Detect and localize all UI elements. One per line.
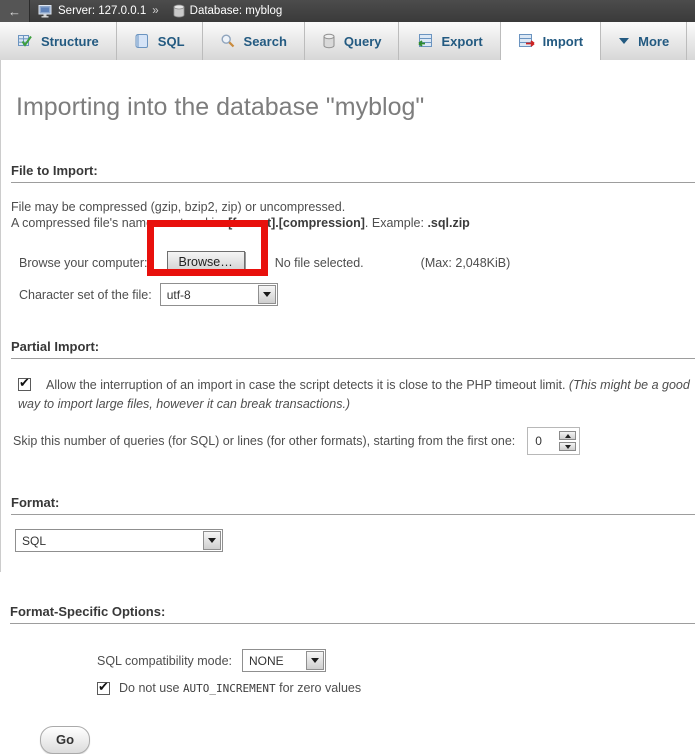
chevron-down-icon: [263, 292, 271, 301]
charset-select-arrow-button[interactable]: [258, 285, 276, 304]
no-file-selected-text: No file selected.: [275, 256, 364, 270]
example-token: .sql.zip: [427, 216, 469, 230]
stepper-buttons: [559, 431, 576, 451]
stepper-up-button[interactable]: [559, 431, 576, 440]
stepper-down-button[interactable]: [559, 442, 576, 451]
query-icon: [322, 33, 336, 49]
tab-label: Structure: [41, 34, 99, 49]
database-icon: [173, 4, 185, 18]
main-content: Importing into the database "myblog" Fil…: [0, 60, 695, 754]
allow-interruption-label: Allow the interruption of an import in c…: [46, 378, 569, 392]
chevron-up-icon: [565, 431, 571, 438]
tab-query[interactable]: Query: [305, 22, 400, 60]
tab-import[interactable]: Import: [501, 22, 601, 60]
tab-bar: Structure SQL Search Query: [0, 22, 695, 60]
browse-label: Browse your computer:: [19, 256, 148, 270]
tab-label: More: [638, 34, 669, 49]
format-selected-value: SQL: [16, 530, 202, 551]
chevron-down-icon: [208, 538, 216, 547]
checkmark-icon: ✔: [98, 680, 109, 693]
hint-line2: A compressed file's name must end in .[f…: [11, 215, 695, 231]
allow-interruption-row: ✔ Allow the interruption of an import in …: [11, 376, 695, 414]
compression-hint: File may be compressed (gzip, bzip2, zip…: [11, 199, 695, 231]
tab-structure[interactable]: Structure: [0, 22, 117, 60]
auto-increment-token: AUTO_INCREMENT: [183, 682, 276, 695]
section-heading-format-specific-options: Format-Specific Options:: [10, 604, 695, 624]
auto-increment-row: ✔ Do not use AUTO_INCREMENT for zero val…: [10, 681, 695, 695]
back-button[interactable]: ←: [0, 0, 30, 22]
charset-label: Character set of the file:: [19, 288, 152, 302]
section-heading-file-to-import: File to Import:: [11, 163, 695, 183]
tab-export[interactable]: Export: [399, 22, 500, 60]
checkmark-icon: ✔: [19, 376, 30, 389]
breadcrumb: ← Server: 127.0.0.1 » Database: myblog: [0, 0, 695, 22]
structure-icon: [17, 33, 33, 49]
breadcrumb-server-link[interactable]: Server: 127.0.0.1: [58, 5, 146, 17]
skip-queries-value: 0: [531, 433, 559, 449]
hint-line1: File may be compressed (gzip, bzip2, zip…: [11, 199, 695, 215]
format-select[interactable]: SQL: [15, 529, 223, 552]
charset-select[interactable]: utf-8: [160, 283, 278, 306]
allow-interruption-checkbox[interactable]: ✔: [18, 378, 31, 391]
sql-compatibility-selected-value: NONE: [243, 650, 305, 671]
arrow-left-icon: ←: [8, 4, 21, 19]
compat-select-arrow-button[interactable]: [306, 651, 324, 670]
auto-increment-checkbox[interactable]: ✔: [97, 682, 110, 695]
tab-label: Import: [543, 34, 583, 49]
skip-queries-stepper[interactable]: 0: [527, 427, 580, 455]
max-upload-size: (Max: 2,048KiB): [421, 256, 511, 270]
tab-label: Search: [244, 34, 287, 49]
go-button[interactable]: Go: [40, 726, 90, 754]
auto-increment-label: Do not use AUTO_INCREMENT for zero value…: [119, 681, 361, 695]
chevron-down-icon: [565, 445, 571, 452]
sql-compatibility-select[interactable]: NONE: [242, 649, 326, 672]
search-icon: [220, 33, 236, 49]
export-icon: [416, 33, 433, 49]
section-heading-format: Format:: [11, 495, 695, 515]
sql-compatibility-row: SQL compatibility mode: NONE: [10, 649, 695, 672]
tab-label: Query: [344, 34, 382, 49]
tab-label: Export: [441, 34, 482, 49]
page-title: Importing into the database "myblog": [11, 60, 695, 121]
browse-row: Browse your computer: Browse… No file se…: [11, 251, 695, 274]
sql-icon: [134, 33, 150, 49]
section-heading-partial-import: Partial Import:: [11, 339, 695, 359]
import-icon: [518, 33, 535, 49]
tab-sql[interactable]: SQL: [117, 22, 203, 60]
skip-queries-row: Skip this number of queries (for SQL) or…: [11, 427, 695, 455]
browse-button[interactable]: Browse…: [167, 251, 245, 274]
charset-selected-value: utf-8: [161, 284, 257, 305]
tab-more[interactable]: More: [601, 22, 687, 60]
tab-label: SQL: [158, 34, 185, 49]
chevron-down-icon: [311, 658, 319, 667]
format-compression-token: .[format].[compression]: [225, 216, 365, 230]
tab-search[interactable]: Search: [203, 22, 305, 60]
breadcrumb-database-link[interactable]: Database: myblog: [190, 5, 283, 17]
skip-queries-label: Skip this number of queries (for SQL) or…: [13, 434, 515, 448]
sql-compatibility-label: SQL compatibility mode:: [97, 654, 232, 668]
breadcrumb-separator: »: [152, 5, 158, 17]
server-icon: [38, 4, 53, 18]
charset-row: Character set of the file: utf-8: [11, 283, 695, 306]
chevron-down-icon: [618, 37, 630, 45]
format-select-arrow-button[interactable]: [203, 531, 221, 550]
